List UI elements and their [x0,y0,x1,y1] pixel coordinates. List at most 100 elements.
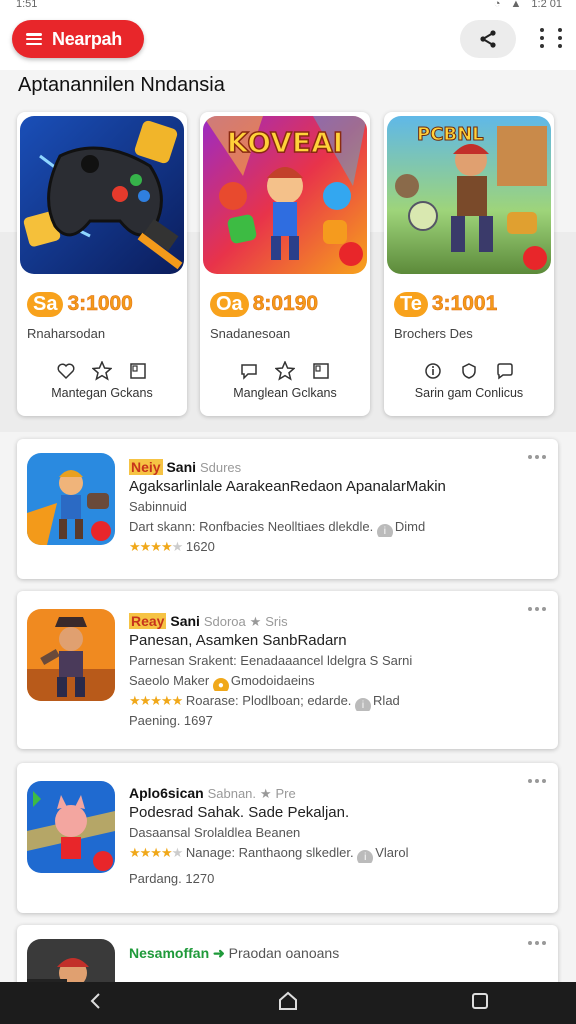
info-icon[interactable] [422,360,444,382]
fox-character-image [27,781,115,873]
comment-icon[interactable] [238,360,260,382]
list-item-detail: Sabinnuid [129,499,187,514]
list-item-subtitle: Praodan oanoans [228,945,340,961]
share-icon [480,30,496,48]
star-rating-icon: ★★★★★ [129,693,183,708]
koveai-logo-text: KOVEAI [227,126,343,159]
bookmark-icon[interactable] [127,360,149,382]
source-label: Sdoroa [203,614,246,629]
star-rating-icon: ★★★★★ [129,539,183,554]
featured-card[interactable]: KOVEAI Oa 8:0190 Snadanesoan Manglean Gc… [200,112,370,416]
more-horizontal-icon[interactable] [528,607,546,611]
wifi-icon: ◔ [493,0,501,10]
list-item-detail: Saeolo Maker ● Gmodoidaeins [129,671,544,691]
warrior-logo-text: PCBNL [417,124,484,145]
game-controller-image [20,116,184,274]
featured-card[interactable]: Sa 3:1000 Rnaharsodan Mantegan Gckans [17,112,187,416]
star-icon[interactable] [274,360,296,382]
list-item-title: Panesan, Asamken SanbRadarn [129,632,347,649]
hamburger-icon [26,33,42,45]
status-bar: 1:51 ◔ ▲ 1:2 01 [0,0,576,14]
list-item-detail: Dasaansal Srolaldlea Beanen [129,825,301,840]
rating-count: 1620 [185,539,215,554]
list-item[interactable]: Neiy Sani Sdures Agaksarlinlale Aarakean… [17,439,558,579]
list-item[interactable]: Reay Sani Sdoroa ★ Sris Panesan, Asamken… [17,591,558,749]
list-item-header: Nesamoffan ➜ Praodan oanoans [129,943,544,963]
menu-button[interactable]: Nearpah [12,20,144,58]
heart-icon[interactable] [55,360,77,382]
more-horizontal-icon[interactable] [528,941,546,945]
list-item-title: Podesrad Sahak. Sade Pekaljan. [129,804,350,821]
card-footer: Manglean Gclkans [233,386,337,400]
star-icon[interactable] [91,360,113,382]
card-price-prefix: Oa [210,291,249,317]
menu-button-label: Nearpah [52,28,122,49]
rating-row: ★★★★★ Roarase: Plodlboan; edarde. i Rlad [129,691,544,711]
brand-name: Sani [170,613,200,629]
runner-hero-image [27,453,115,545]
tag-label: Pre [275,786,296,801]
list-item-detail: Parnesan Srakent: Eenadaaancel ldelgra S… [129,653,413,668]
more-horizontal-icon[interactable] [528,779,546,783]
card-price-value: 3:1000 [67,292,133,316]
card-price-prefix: Sa [27,291,64,317]
battery-label: 1:2 01 [531,0,562,10]
card-actions [200,360,370,382]
status-time: 1:51 [16,0,38,10]
list-item-detail: Dart skann: Ronfbacies Neolltiaes dlekdl… [129,517,544,537]
card-subtitle: Snadanesoan [210,326,291,341]
shield-icon[interactable] [458,360,480,382]
list-item-footer: Pardang. 1270 [129,871,215,886]
top-bar: Nearpah [0,14,576,70]
list-item-text: Nesamoffan ➜ Praodan oanoans [129,943,544,963]
list-item-text: Neiy Sani Sdures Agaksarlinlale Aarakean… [129,457,544,557]
koveai-characters-image: KOVEAI [203,116,367,274]
star-rating-icon: ★★★★★ [129,845,183,860]
card-footer: Mantegan Gckans [51,386,153,400]
rating-row: ★★★★★ 1620 [129,537,544,557]
list-item-text: Aplo6sican Sabnan. ★ Pre Podesrad Sahak.… [129,783,544,889]
featured-card[interactable]: PCBNL Te 3:1001 Brochers Des Sarin gam C… [384,112,554,416]
highlight-badge: Reay [129,613,167,629]
highlight-badge: Neiy [129,459,163,475]
home-icon[interactable] [277,990,299,1017]
card-price-prefix: Te [394,291,428,317]
list-item-text: Reay Sani Sdoroa ★ Sris Panesan, Asamken… [129,611,544,731]
status-icons: ◔ ▲ 1:2 01 [494,0,562,10]
card-footer: Sarin gam Conlicus [414,386,524,400]
card-actions [17,360,187,382]
list-item[interactable]: Aplo6sican Sabnan. ★ Pre Podesrad Sahak.… [17,763,558,913]
arrow-icon: ➜ [213,945,225,961]
rating-row: ★★★★★ Nanage: Ranthaong slkedler. i Vlaro… [129,843,544,863]
tag-label: Sris [265,614,288,629]
back-icon[interactable] [86,991,106,1016]
card-subtitle: Rnaharsodan [27,326,106,341]
section-title: Aptanannilen Nndansia [18,74,225,96]
source-label: Sabnan. [207,786,257,801]
list-item-footer: Paening. 1697 [129,713,213,728]
overflow-menu-button[interactable] [540,26,562,48]
list-item-header: Neiy Sani Sdures [129,457,544,477]
pirate-character-image [27,609,115,701]
card-price: Te 3:1001 [394,288,498,320]
list-item-title: Agaksarlinlale AarakeanRedaon ApanalarMa… [129,478,446,495]
warrior-character-image: PCBNL [387,116,551,274]
coin-icon: ● [212,678,229,691]
brand-name: Sani [166,459,197,475]
info-badge-icon: i [355,698,372,711]
tag-star-icon: ★ [249,614,262,629]
card-price: Oa 8:0190 [210,288,318,320]
share-button[interactable] [460,20,516,58]
recents-icon[interactable] [470,991,490,1016]
info-badge-icon: i [357,850,374,863]
more-vertical-icon [540,26,544,48]
more-horizontal-icon[interactable] [528,455,546,459]
chat-icon[interactable] [494,360,516,382]
list-item-header: Reay Sani Sdoroa ★ Sris [129,611,544,631]
tag-star-icon: ★ [259,786,272,801]
info-badge-icon: i [376,524,393,537]
card-price: Sa 3:1000 [27,288,133,320]
system-navigation-bar [0,982,576,1024]
bookmark-icon[interactable] [310,360,332,382]
card-actions [384,360,554,382]
